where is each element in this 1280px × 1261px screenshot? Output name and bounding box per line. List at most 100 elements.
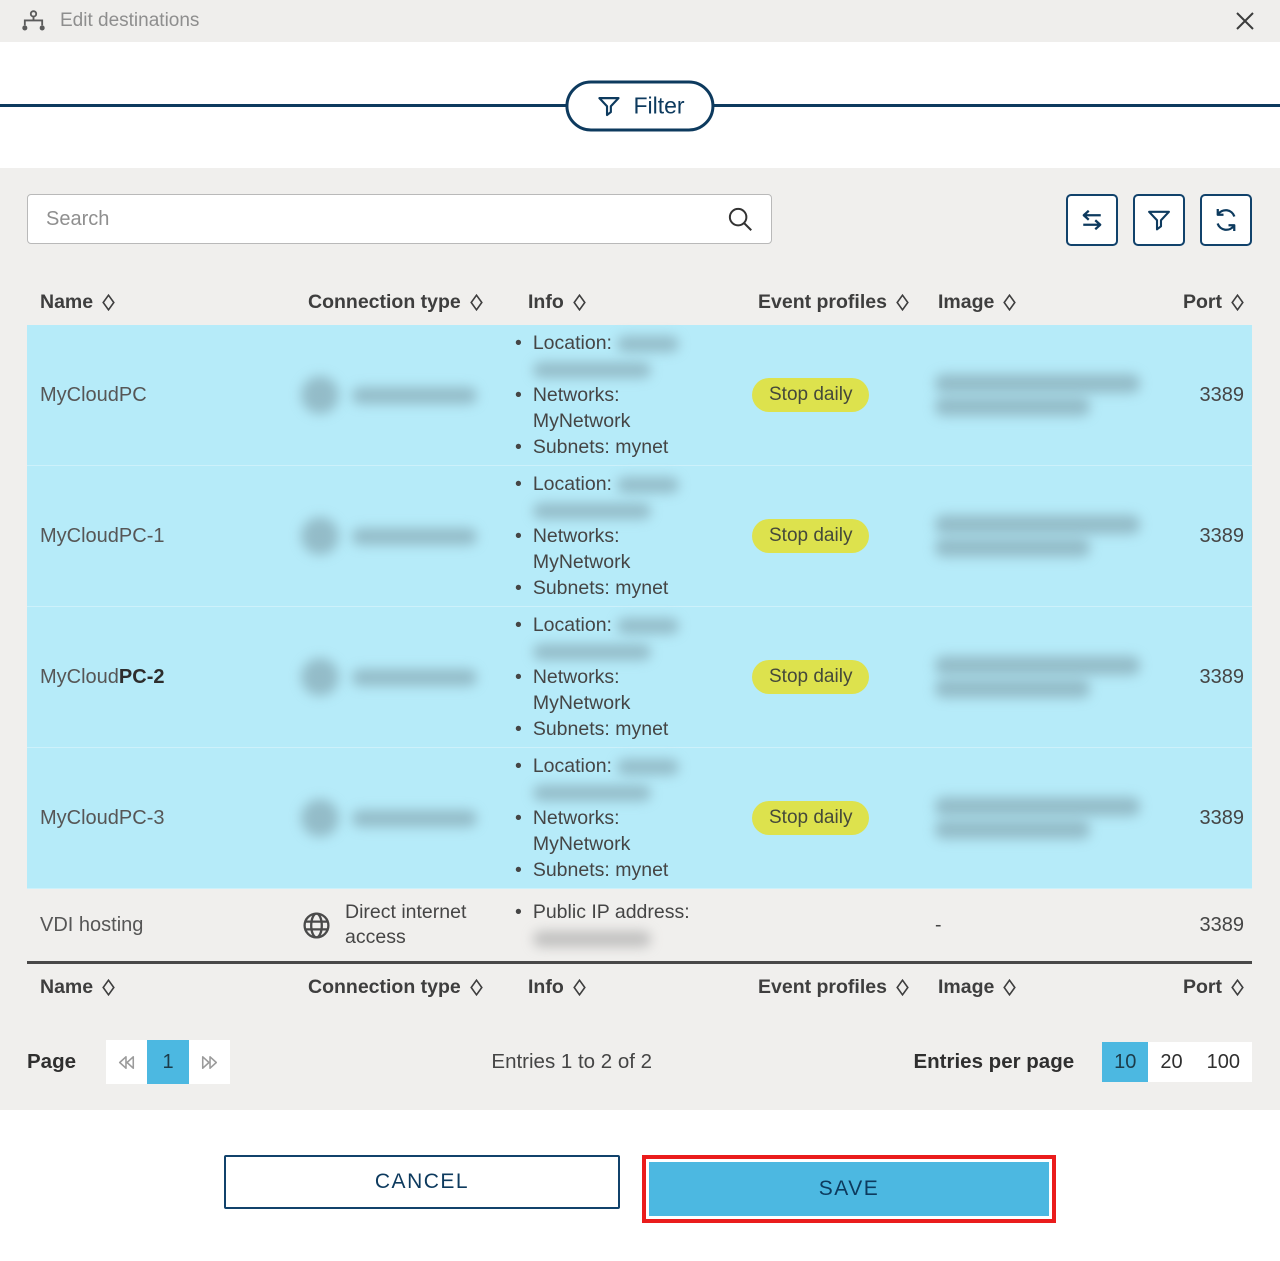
entries-per-page-selector: 1020100	[1102, 1042, 1252, 1082]
save-button[interactable]: SAVE	[649, 1162, 1049, 1216]
refresh-icon	[1211, 205, 1241, 235]
table-row[interactable]: MyCloudPC-3 •Location: •Networks:MyNetwor…	[27, 748, 1252, 889]
bullet-icon: •	[515, 753, 522, 805]
row-info: •Location: •Networks:MyNetwork•Subnets: …	[515, 471, 745, 601]
refresh-button[interactable]	[1200, 194, 1252, 246]
info-line: Subnets: mynet	[533, 857, 669, 883]
info-line	[533, 925, 690, 951]
column-header-image[interactable]: Image	[925, 291, 1135, 314]
row-info: • Public IP address:	[515, 899, 745, 951]
info-item: •Location:	[515, 753, 745, 805]
redacted-blur	[533, 644, 651, 660]
filter-strip: Filter	[0, 42, 1280, 168]
close-icon	[1234, 10, 1256, 32]
redacted-blur	[935, 656, 1140, 675]
swap-arrows-button[interactable]	[1066, 194, 1118, 246]
row-info: •Location: •Networks:MyNetwork•Subnets: …	[515, 753, 745, 883]
bullet-icon: •	[515, 471, 522, 523]
info-line: Public IP address:	[533, 899, 690, 925]
row-event-profiles: Stop daily	[745, 660, 925, 694]
table-row[interactable]: MyCloudPC-1•Location: •Networks:MyNetwor…	[27, 466, 1252, 607]
table-row[interactable]: MyCloudPC • Location: •Networks:MyNetwork•…	[27, 325, 1252, 466]
page-size-option-10[interactable]: 10	[1102, 1042, 1148, 1082]
redacted-blur	[935, 538, 1090, 557]
column-header-image[interactable]: Image	[925, 976, 1135, 999]
table-row[interactable]: VDI hostingDirect internet access•Public…	[27, 889, 1252, 961]
dialog-title: Edit destinations	[60, 10, 199, 32]
redacted-blur	[301, 376, 339, 414]
current-page-button[interactable]: 1	[147, 1040, 189, 1084]
info-label: Location:	[533, 332, 612, 354]
sort-icon	[1231, 294, 1244, 311]
info-line: Location:	[533, 471, 680, 497]
redacted-blur	[935, 797, 1140, 816]
search-icon[interactable]	[725, 204, 755, 234]
event-profile-badge: Stop daily	[752, 801, 869, 835]
info-line: Location:	[533, 612, 680, 638]
filter-toggle-button[interactable]: Filter	[565, 81, 714, 132]
row-connection-type	[295, 799, 515, 837]
row-connection-type	[295, 376, 515, 414]
sort-icon	[470, 294, 483, 311]
row-connection-type	[295, 658, 515, 696]
column-header-connection[interactable]: Connection type	[295, 976, 515, 999]
page-size-option-20[interactable]: 20	[1148, 1042, 1194, 1082]
info-value: MyNetwork	[533, 408, 631, 434]
row-name: MyCloudPC	[27, 384, 295, 407]
info-text: Networks:MyNetwork	[533, 523, 631, 575]
column-header-port[interactable]: Port	[1135, 976, 1252, 999]
table-row[interactable]: MyCloudPC-2•Location: •Networks:MyNetwor…	[27, 607, 1252, 748]
search-input[interactable]	[44, 207, 725, 232]
bullet-icon: •	[515, 716, 522, 742]
info-item: •Subnets: mynet	[515, 575, 745, 601]
column-header-label: Connection type	[308, 291, 461, 314]
last-page-button[interactable]	[189, 1040, 230, 1084]
info-line	[533, 356, 680, 382]
redacted-blur	[352, 387, 477, 404]
redacted-blur	[533, 785, 651, 801]
close-button[interactable]	[1230, 6, 1260, 36]
filter-table-button[interactable]	[1133, 194, 1185, 246]
page-size-option-100[interactable]: 100	[1195, 1042, 1252, 1082]
redacted-blur	[533, 931, 651, 947]
connection-type-label: Direct internet access	[345, 900, 490, 950]
bullet-icon: •	[515, 857, 522, 883]
hierarchy-icon	[20, 9, 47, 33]
row-port: 3389	[1135, 914, 1252, 937]
info-label: Subnets:	[533, 718, 610, 740]
column-header-info[interactable]: Info	[515, 291, 745, 314]
cancel-button[interactable]: CANCEL	[224, 1155, 620, 1209]
column-header-label: Image	[938, 291, 994, 314]
edit-destinations-dialog: Edit destinations Filter	[0, 0, 1280, 1261]
row-info: •Location: •Networks:MyNetwork•Subnets: …	[515, 612, 745, 742]
column-header-name[interactable]: Name	[27, 976, 295, 999]
bullet-icon: •	[515, 330, 522, 382]
info-value: MyNetwork	[533, 549, 631, 575]
entries-range-text: Entries 1 to 2 of 2	[230, 1050, 913, 1074]
info-text: Subnets: mynet	[533, 857, 669, 883]
row-name: MyCloudPC-3	[27, 807, 295, 830]
column-header-event_profiles[interactable]: Event profiles	[745, 976, 925, 999]
bullet-icon: •	[515, 382, 522, 434]
info-text: Location:	[533, 471, 680, 523]
redacted-blur	[935, 820, 1090, 839]
redacted-blur	[935, 515, 1140, 534]
column-header-connection[interactable]: Connection type	[295, 291, 515, 314]
column-header-port[interactable]: Port	[1135, 291, 1252, 314]
sort-icon	[896, 294, 909, 311]
bullet-icon: •	[515, 899, 522, 951]
sort-icon	[102, 294, 115, 311]
column-header-event_profiles[interactable]: Event profiles	[745, 291, 925, 314]
row-image	[925, 372, 1135, 418]
info-label: Networks:	[533, 525, 620, 547]
info-item: • Location:	[515, 330, 745, 382]
bullet-icon: •	[515, 575, 522, 601]
funnel-icon	[1145, 206, 1173, 234]
first-page-button[interactable]	[106, 1040, 147, 1084]
column-header-info[interactable]: Info	[515, 976, 745, 999]
column-header-name[interactable]: Name	[27, 291, 295, 314]
redacted-blur	[617, 759, 679, 775]
row-port: 3389	[1135, 666, 1252, 689]
info-item: •Networks:MyNetwork	[515, 382, 745, 434]
info-line: Networks:	[533, 664, 631, 690]
